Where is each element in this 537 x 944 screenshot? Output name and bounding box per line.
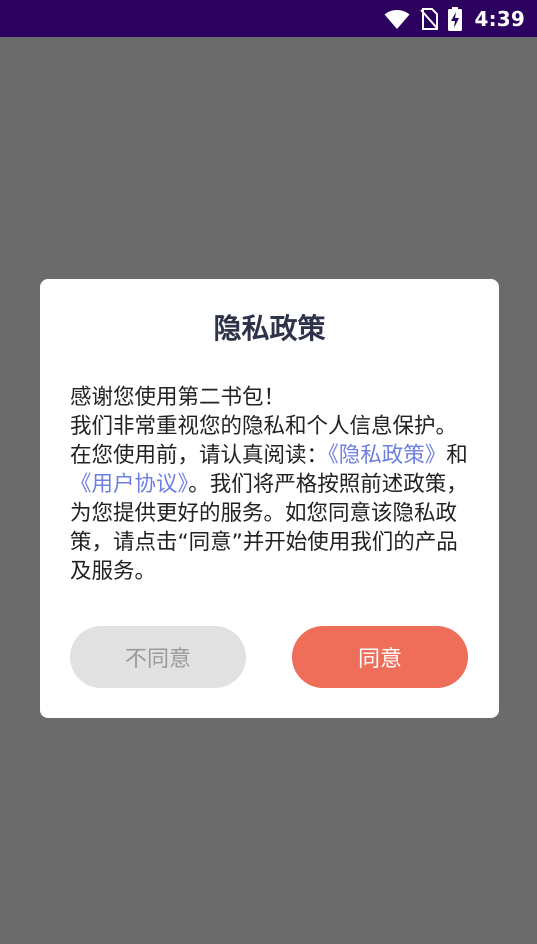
privacy-policy-link[interactable]: 《隐私政策》 [328,443,446,468]
welcome-line: 感谢您使用第二书包！ [70,385,286,410]
dialog-title: 隐私政策 [213,312,326,345]
agree-button[interactable]: 同意 [292,626,468,688]
disagree-button[interactable]: 不同意 [70,626,246,688]
and-text: 和 [446,443,468,468]
privacy-policy-dialog: 隐私政策 感谢您使用第二书包！ 我们非常重视您的隐私和个人信息保护。在您使用前，… [40,279,499,718]
status-icons: 4:39 [384,6,525,32]
dialog-body: 感谢您使用第二书包！ 我们非常重视您的隐私和个人信息保护。在您使用前，请认真阅读… [70,383,470,586]
agree-button-label: 同意 [357,647,402,672]
status-time: 4:39 [474,7,525,31]
status-bar: 4:39 [0,0,537,37]
user-agreement-link[interactable]: 《用户协议》 [70,472,188,497]
policy-paragraph: 我们非常重视您的隐私和个人信息保护。在您使用前，请认真阅读：《隐私政策》和《用户… [70,412,470,586]
battery-charging-icon [448,7,463,31]
wifi-icon [384,8,410,30]
disagree-button-label: 不同意 [124,647,191,672]
no-sim-icon [420,8,439,30]
